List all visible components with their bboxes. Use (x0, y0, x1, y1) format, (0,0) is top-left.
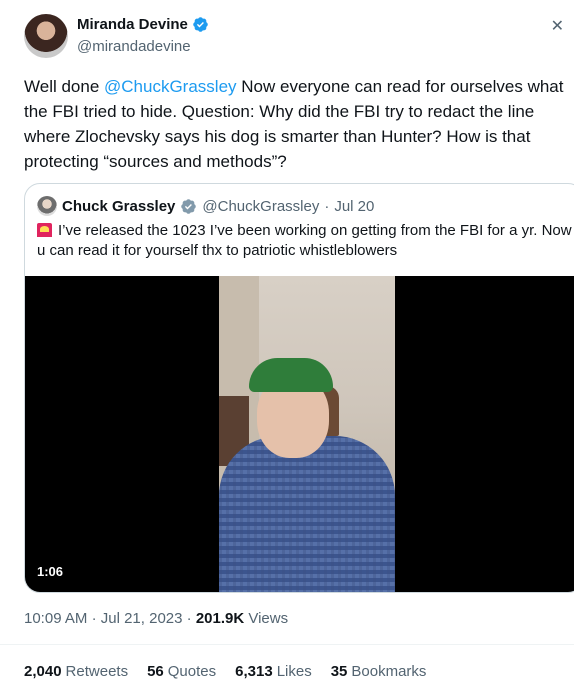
author-avatar[interactable] (24, 14, 68, 58)
verified-badge-icon (193, 17, 208, 32)
author-name[interactable]: Miranda Devine (77, 16, 188, 33)
quoted-author-avatar[interactable] (37, 196, 57, 216)
quoted-tweet-date[interactable]: Jul 20 (334, 198, 374, 215)
tweet-time[interactable]: 10:09 AM (24, 610, 87, 627)
likes-stat[interactable]: 6,313 Likes (235, 663, 312, 680)
header-separator: · (324, 197, 330, 215)
quotes-stat[interactable]: 56 Quotes (147, 663, 216, 680)
tweet-text: Well done @ChuckGrassley Now everyone ca… (24, 74, 572, 174)
quoted-tweet-header: Chuck Grassley @ChuckGrassley · Jul 20 (37, 196, 374, 216)
bookmarks-count: 35 (330, 663, 348, 680)
author-name-row[interactable]: Miranda Devine (77, 16, 209, 33)
verified-badge-icon (181, 198, 197, 214)
quoted-tweet-text-body: I’ve released the 1023 I’ve been working… (37, 222, 572, 259)
close-icon[interactable]: ✕ (551, 16, 564, 36)
quoted-author-name[interactable]: Chuck Grassley (62, 198, 175, 215)
tweet-text-prefix: Well done (24, 77, 105, 96)
views-label: Views (248, 610, 289, 627)
bookmarks-label: Bookmarks (351, 663, 427, 680)
video-player[interactable]: 1:06 (25, 276, 574, 592)
quotes-label: Quotes (167, 663, 217, 680)
likes-count: 6,313 (235, 663, 273, 680)
tweet-date[interactable]: Jul 21, 2023 (101, 610, 183, 627)
video-duration: 1:06 (37, 564, 64, 579)
siren-icon (37, 223, 52, 237)
mention-link[interactable]: @ChuckGrassley (104, 77, 237, 96)
views-count: 201.9K (195, 610, 245, 627)
quoted-tweet-text: I’ve released the 1023 I’ve been working… (37, 221, 574, 261)
video-thumbnail (219, 276, 395, 592)
likes-label: Likes (276, 663, 312, 680)
author-handle[interactable]: @mirandadevine (77, 38, 191, 55)
divider (0, 644, 574, 645)
retweets-label: Retweets (65, 663, 129, 680)
retweets-count: 2,040 (24, 663, 62, 680)
quoted-tweet[interactable]: Chuck Grassley @ChuckGrassley · Jul 20 I… (24, 183, 574, 593)
bookmarks-stat[interactable]: 35 Bookmarks (331, 663, 427, 680)
retweets-stat[interactable]: 2,040 Retweets (24, 663, 128, 680)
tweet-author: Miranda Devine @mirandadevine ✕ (24, 14, 564, 58)
tweet-meta: 10:09 AM · Jul 21, 2023 · 201.9K Views (24, 610, 289, 627)
engagement-stats: 2,040 Retweets 56 Quotes 6,313 Likes 35 Book… (24, 663, 426, 680)
quotes-count: 56 (147, 663, 164, 680)
quoted-author-handle[interactable]: @ChuckGrassley (202, 198, 319, 215)
